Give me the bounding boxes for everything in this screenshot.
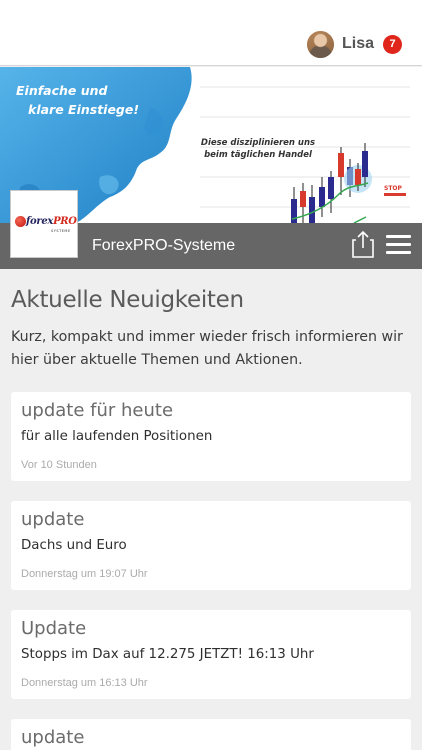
news-title: update für heute (21, 400, 174, 421)
news-card[interactable]: update Dachs und Euro Donnerstag um 19:0… (11, 501, 411, 590)
news-subtitle: Dachs und Euro (21, 538, 127, 553)
logo-word-accent: PRO (53, 216, 77, 227)
banner-note: Diese disziplinieren uns beim täglichen … (198, 137, 318, 161)
logo-globe-icon (15, 216, 26, 227)
page-heading: Aktuelle Neuigkeiten (11, 287, 244, 313)
logo-word: forex (26, 216, 54, 227)
site-title: ForexPRO-Systeme (92, 237, 236, 254)
logo-wordmark: forexPRO (26, 216, 77, 227)
notification-badge[interactable]: 7 (383, 34, 402, 54)
user-menu[interactable]: Lisa 7 (306, 29, 402, 59)
news-title: update (21, 727, 85, 748)
logo-mark: forexPRO SYSTEME (15, 213, 77, 235)
intro-text: Kurz, kompakt und immer wieder frisch in… (11, 329, 403, 368)
avatar[interactable] (306, 30, 334, 58)
top-bar: Lisa 7 (0, 0, 422, 66)
user-name[interactable]: Lisa (342, 35, 374, 53)
banner-note-line: beim täglichen Handel (204, 150, 312, 160)
banner-note-line: Diese disziplinieren uns (200, 138, 316, 148)
news-card[interactable]: update für heute für alle laufenden Posi… (11, 392, 411, 481)
banner-slogan: Einfache und klare Einstiege! (16, 81, 166, 119)
news-time: Donnerstag um 19:07 Uhr (21, 568, 148, 580)
site-logo: forexPRO SYSTEME (10, 190, 78, 258)
banner-slogan-line: Einfache und (16, 83, 108, 98)
news-subtitle: für alle laufenden Positionen (21, 429, 213, 444)
news-title: Update (21, 618, 87, 639)
hamburger-menu-icon[interactable] (386, 235, 412, 255)
news-card[interactable]: update (11, 719, 411, 750)
news-title: update (21, 509, 85, 530)
news-time: Donnerstag um 16:13 Uhr (21, 677, 148, 689)
banner-slogan-line: klare Einstiege! (28, 102, 140, 117)
logo-subtitle: SYSTEME (51, 229, 71, 233)
share-icon[interactable] (351, 230, 375, 258)
news-card[interactable]: Update Stopps im Dax auf 12.275 JETZT! 1… (11, 610, 411, 699)
news-time: Vor 10 Stunden (21, 459, 97, 471)
stop-label: STOP (384, 185, 402, 192)
news-subtitle: Stopps im Dax auf 12.275 JETZT! 16:13 Uh… (21, 647, 314, 662)
